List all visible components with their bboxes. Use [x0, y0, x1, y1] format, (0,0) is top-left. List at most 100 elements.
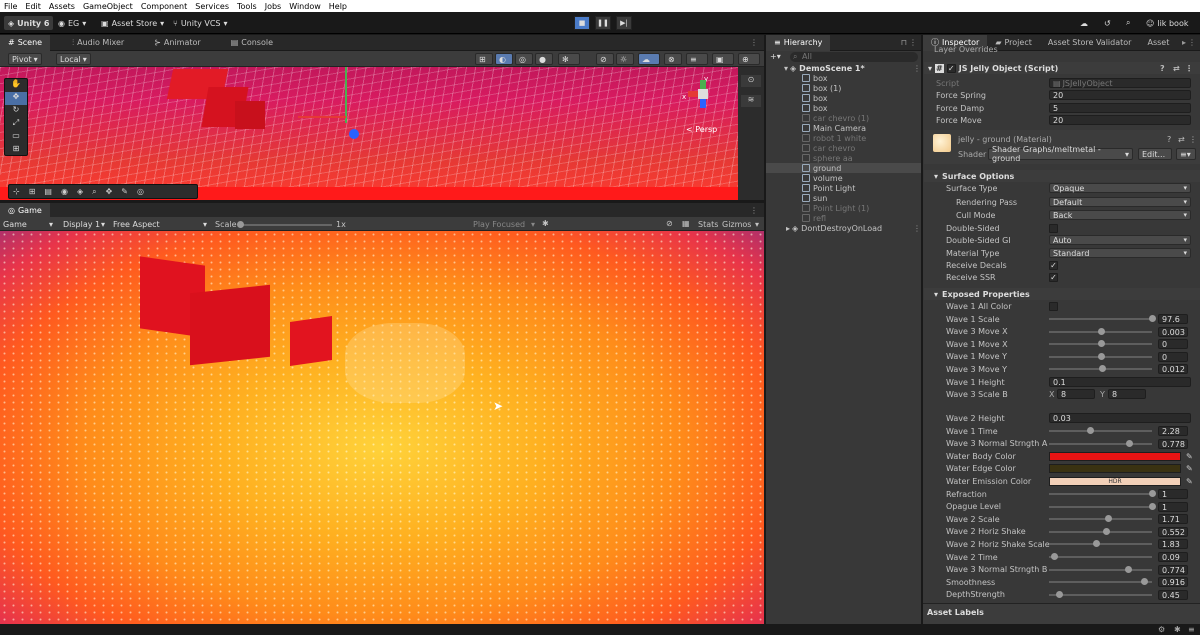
tab-scene[interactable]: # Scene: [0, 34, 51, 51]
scale-b-x-input[interactable]: 8: [1057, 389, 1095, 399]
asset-store-button[interactable]: ▣ Asset Store ▾: [101, 16, 164, 30]
2d-icon[interactable]: ⊘: [596, 53, 614, 65]
menu-gameobject[interactable]: GameObject: [83, 2, 133, 11]
help-icon[interactable]: ?: [1167, 135, 1171, 144]
unity-version-button[interactable]: ◈ Unity 6: [4, 16, 54, 30]
slider-track[interactable]: [1049, 490, 1156, 497]
play-button[interactable]: ■: [574, 16, 590, 30]
lock-icon[interactable]: ⊓: [901, 38, 907, 47]
slider-knob[interactable]: [1125, 565, 1133, 573]
vcs-button[interactable]: ⑂ Unity VCS ▾: [173, 16, 228, 30]
tab-audio-mixer[interactable]: ⫶ Audio Mixer: [64, 35, 132, 51]
network-icon[interactable]: ⚙: [1158, 625, 1165, 634]
audio-overlay-icon[interactable]: ≋: [741, 95, 761, 107]
slider-knob[interactable]: [1097, 327, 1105, 335]
account-button[interactable]: ◉ EG ▾: [58, 16, 86, 30]
slider-track[interactable]: [1049, 365, 1152, 373]
tab-asset[interactable]: Asset: [1139, 35, 1171, 51]
hierarchy-item[interactable]: ground: [766, 163, 921, 173]
double-sided-gi-dropdown[interactable]: Auto: [1049, 235, 1191, 245]
grid-icon[interactable]: ⊞: [29, 187, 36, 196]
material-type-dropdown[interactable]: Standard: [1049, 248, 1191, 258]
scale-b-y-input[interactable]: 8: [1108, 389, 1146, 399]
move-icon[interactable]: ✥: [106, 187, 113, 196]
color-swatch[interactable]: HDR: [1049, 476, 1181, 486]
asset-labels-bar[interactable]: Asset Labels: [923, 603, 1200, 624]
x-axis-handle[interactable]: [298, 116, 346, 118]
slider-knob[interactable]: [1098, 365, 1106, 373]
menu-help[interactable]: Help: [329, 2, 347, 11]
slider-value-input[interactable]: 0.916: [1158, 577, 1188, 588]
cloud-icon[interactable]: ☁: [1080, 16, 1088, 30]
tab-animator[interactable]: ⊱ Animator: [146, 35, 208, 51]
hierarchy-search-input[interactable]: ⌕ All: [790, 52, 918, 62]
preset-icon[interactable]: ⇄: [1178, 135, 1185, 144]
slider-value-input[interactable]: 97.6: [1158, 314, 1188, 324]
receive-decals-checkbox[interactable]: ✓: [1049, 260, 1058, 270]
settings-icon[interactable]: ≡: [1188, 625, 1195, 634]
exposed-properties-header[interactable]: ▾ Exposed Properties: [924, 288, 1200, 300]
slider-track[interactable]: [1049, 340, 1152, 348]
tab-asset-store-validator[interactable]: Asset Store Validator: [1040, 35, 1140, 51]
slider-track[interactable]: [1049, 439, 1152, 447]
grid-snap-icon[interactable]: ⊹: [13, 187, 20, 196]
slider-knob[interactable]: [1056, 590, 1064, 598]
rotate-tool-icon[interactable]: ↻: [5, 105, 27, 118]
step-button[interactable]: ▶|: [616, 16, 632, 30]
slider-value-input[interactable]: 1: [1158, 501, 1188, 512]
slider-value-input[interactable]: 0.09: [1158, 552, 1188, 562]
slider-value-input[interactable]: 0.45: [1158, 589, 1188, 600]
force-move-input[interactable]: 20: [1049, 115, 1191, 125]
menu-window[interactable]: Window: [289, 2, 321, 11]
eyedropper-icon[interactable]: ✎: [1186, 464, 1193, 473]
wave1-height-input[interactable]: 0.1: [1049, 377, 1191, 387]
image-icon[interactable]: ▤: [44, 187, 52, 196]
wireframe-icon[interactable]: ◎: [515, 53, 533, 65]
paint-icon[interactable]: ✎: [121, 187, 128, 196]
more-options-icon[interactable]: ⋮: [909, 38, 917, 47]
slider-value-input[interactable]: 0.774: [1158, 564, 1188, 575]
slider-value-input[interactable]: 1.83: [1158, 539, 1188, 550]
slider-track[interactable]: [1049, 565, 1152, 573]
slider-knob[interactable]: [1149, 490, 1156, 497]
slider-track[interactable]: [1049, 540, 1152, 548]
shader-dropdown[interactable]: Shader Graphs/meltmetal - ground ▾: [988, 145, 1133, 163]
menu-file[interactable]: File: [4, 2, 17, 11]
component-enabled-checkbox[interactable]: ✓: [946, 63, 956, 73]
game-viewport[interactable]: ➤: [0, 231, 764, 624]
layers-icon[interactable]: ≡: [686, 53, 708, 65]
game-mode-dropdown[interactable]: Game ▾: [0, 218, 56, 230]
slider-track[interactable]: [1049, 427, 1152, 434]
surface-type-dropdown[interactable]: Opaque: [1049, 183, 1191, 193]
slider-knob[interactable]: [1087, 427, 1095, 434]
slider-track[interactable]: [1049, 553, 1152, 560]
play-focused-dropdown[interactable]: Play Focused ▾: [470, 218, 538, 230]
scale-slider-knob[interactable]: [237, 221, 244, 228]
hand-tool-icon[interactable]: ✋: [5, 79, 27, 92]
slider-knob[interactable]: [1051, 553, 1059, 560]
more-options-icon[interactable]: ⋮: [1188, 38, 1196, 47]
color-swatch[interactable]: [1049, 451, 1181, 461]
lit-icon[interactable]: ●: [535, 53, 553, 65]
scene-root[interactable]: ▾ ◈ DemoScene 1* ⋮: [784, 63, 942, 73]
scale-tool-icon[interactable]: ⤢: [5, 118, 27, 131]
pivot-dropdown[interactable]: Pivot ▾: [8, 53, 42, 65]
slider-value-input[interactable]: 0.003: [1158, 326, 1188, 337]
globe-icon[interactable]: ⊕: [738, 53, 760, 65]
cull-mode-dropdown[interactable]: Back: [1049, 210, 1191, 220]
slider-value-input[interactable]: 1.71: [1158, 514, 1188, 525]
zoom-icon[interactable]: ⌕: [92, 187, 96, 197]
preset-icon[interactable]: ⇄: [1173, 64, 1180, 73]
slider-knob[interactable]: [1104, 515, 1112, 523]
visibility-icon[interactable]: ⊗: [664, 53, 682, 65]
slider-value-input[interactable]: 2.28: [1158, 426, 1188, 436]
more-options-icon[interactable]: ⋮: [750, 38, 758, 47]
menu-component[interactable]: Component: [141, 2, 187, 11]
more-options-icon[interactable]: ⋮: [1185, 64, 1193, 73]
menu-jobs[interactable]: Jobs: [265, 2, 282, 11]
tab-console[interactable]: ▤ Console: [223, 35, 281, 51]
dontdestroy-root[interactable]: ▸ ◈ DontDestroyOnLoad ⋮: [786, 223, 944, 233]
search-icon[interactable]: ⌕: [1126, 16, 1130, 30]
chevron-down-icon[interactable]: ▾: [755, 220, 759, 229]
slider-knob[interactable]: [1126, 439, 1134, 447]
